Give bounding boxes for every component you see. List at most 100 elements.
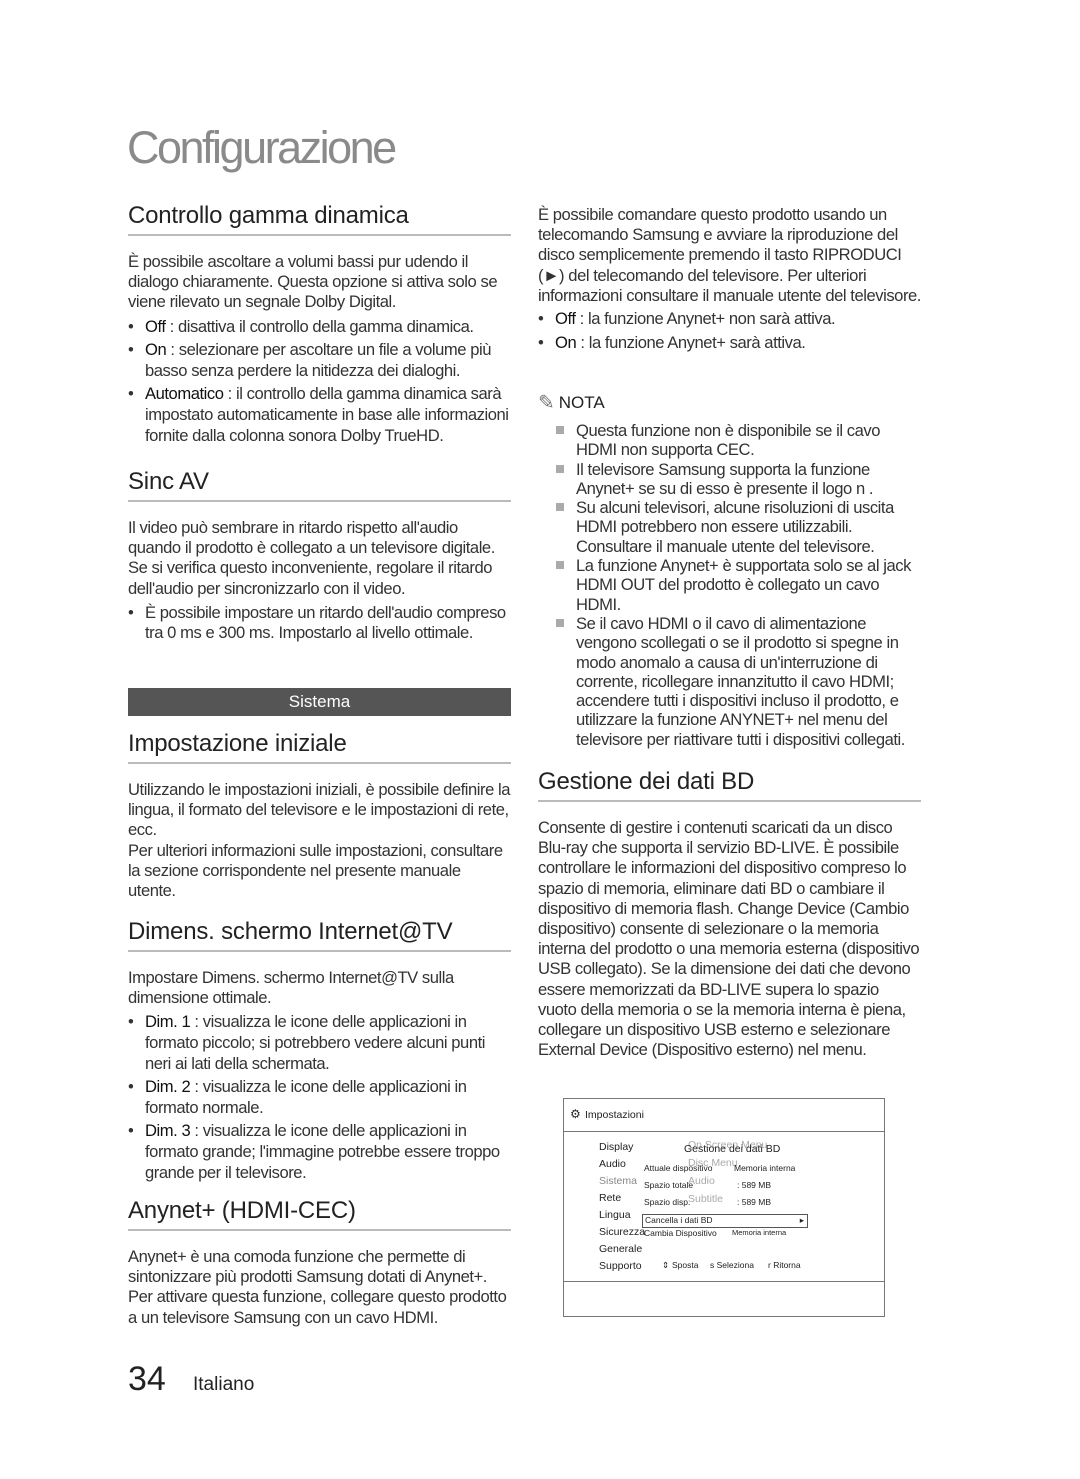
gear-icon: ⚙	[570, 1107, 581, 1121]
section: Sistema	[128, 688, 511, 716]
change-label: Cambia Dispositivo	[644, 1228, 717, 1238]
paragraph: Il video può sembrare in ritardo rispett…	[128, 518, 495, 598]
note-text: Se il cavo HDMI o il cavo di alimentazio…	[576, 613, 905, 749]
section-heading: Anynet+ (HDMI-CEC)	[128, 1197, 511, 1231]
paragraph: È possibile comandare questo prodotto us…	[538, 205, 921, 305]
note-text: La funzione Anynet+ è supportata solo se…	[576, 556, 911, 614]
menu-sistema: Sistema	[599, 1175, 637, 1187]
bullet-icon: •	[128, 340, 134, 360]
bullet-icon: •	[128, 1121, 134, 1141]
section-bar: Sistema	[128, 688, 511, 716]
bullet-term: On	[145, 340, 167, 360]
bullet-text: È possibile impostare un ritardo dell'au…	[145, 602, 506, 643]
bullet-text: : la funzione Anynet+ non sarà attiva.	[575, 309, 836, 329]
bullet-text: : visualizza le icone delle applicazioni…	[145, 1077, 467, 1117]
bullet-item: • On : selezionare per ascoltare un file …	[128, 340, 511, 381]
bullet-icon: •	[538, 332, 544, 352]
bullet-text: : selezionare per ascoltare un file a vo…	[145, 340, 492, 380]
note-item: Se il cavo HDMI o il cavo di alimentazio…	[538, 614, 921, 749]
hint-return: r Ritorna	[768, 1260, 801, 1270]
menu-lingua: Lingua	[599, 1209, 631, 1221]
page-title: Configurazione	[127, 122, 397, 173]
menu-sicurezza: Sicurezza	[599, 1226, 646, 1238]
bullet-text: : visualizza le icone delle applicazioni…	[145, 1012, 486, 1073]
section: Anynet+ (HDMI-CEC) Anynet+ è una comoda f…	[128, 1197, 511, 1328]
total-label: Spazio totale	[644, 1180, 694, 1190]
hint-move: Sposta	[672, 1260, 699, 1270]
menu-generale: Generale	[599, 1243, 643, 1255]
square-bullet-icon	[556, 426, 564, 434]
bullet-item: • Off : la funzione Anynet+ non sarà atti…	[538, 309, 921, 330]
section: Gestione dei dati BD Consente di gestire …	[538, 768, 921, 1060]
current-label: Attuale dispositivo	[644, 1163, 713, 1173]
bullet-icon: •	[128, 1012, 134, 1032]
bullet-item: • Dim. 3 : visualizza le icone delle appl…	[128, 1121, 511, 1183]
square-bullet-icon	[556, 561, 564, 570]
section: ✎ NOTA Questa funzione non è disponibile s…	[538, 380, 921, 749]
bullet-term: On	[555, 332, 577, 352]
paragraph: Consente di gestire i contenuti scaricat…	[538, 818, 920, 1060]
bullet-item: • Off : disattiva il controllo della gamm…	[128, 317, 511, 338]
hint-select: s Seleziona	[710, 1260, 754, 1270]
delete-bd-data-item: Cancella i dati BD ▸	[642, 1214, 808, 1228]
note-title: NOTA	[558, 392, 605, 412]
section-heading: Sinc AV	[128, 468, 511, 502]
free-label: Spazio disp.	[644, 1197, 691, 1207]
bullet-icon: •	[128, 384, 134, 404]
bullet-term: Off	[555, 309, 576, 329]
section: Impostazione iniziale Utilizzando le impo…	[128, 730, 511, 901]
bullet-term: Dim. 1	[145, 1012, 191, 1032]
free-value: : 589 MB	[737, 1197, 772, 1207]
language-label: Italiano	[193, 1374, 255, 1395]
note-text: Il televisore Samsung supporta la funzio…	[576, 459, 874, 498]
panel-title: Gestione dei dati BD	[684, 1143, 781, 1155]
settings-screenshot: ⚙ Impostazioni Display Audio Sistema Ret…	[563, 1098, 885, 1317]
bullet-term: Off	[145, 316, 166, 336]
note-item: Questa funzione non è disponibile se il …	[538, 421, 921, 460]
delete-label: Cancella i dati BD	[645, 1215, 713, 1225]
bullet-icon: •	[538, 309, 544, 329]
menu-display: Display	[599, 1141, 634, 1153]
bullet-text: : visualizza le icone delle applicazioni…	[145, 1121, 500, 1182]
bullet-term: Automatico	[145, 384, 224, 404]
screenshot-header: ⚙ Impostazioni	[564, 1099, 884, 1132]
note-text: Su alcuni televisori, alcune risoluzioni…	[576, 498, 894, 556]
section-heading: Dimens. schermo Internet@TV	[128, 918, 511, 952]
menu-rete: Rete	[599, 1192, 622, 1204]
change-value: Memoria interna	[732, 1228, 787, 1237]
screenshot-title: Impostazioni	[585, 1109, 644, 1121]
section-heading: Impostazione iniziale	[128, 730, 511, 764]
square-bullet-icon	[556, 503, 564, 512]
page-number: 34	[128, 1360, 166, 1398]
paragraph: È possibile ascoltare a volumi bassi pur…	[128, 252, 498, 312]
current-value: Memoria interna	[734, 1163, 796, 1173]
note-header: ✎ NOTA	[538, 390, 921, 415]
bullet-icon: •	[128, 1077, 134, 1097]
paragraph: Per ulteriori informazioni sulle imposta…	[128, 840, 503, 901]
bullet-item: • Dim. 1 : visualizza le icone delle appl…	[128, 1012, 511, 1074]
square-bullet-icon	[556, 464, 564, 473]
square-bullet-icon	[556, 618, 564, 627]
section: Dimens. schermo Internet@TV Impostare Dim…	[128, 918, 511, 1183]
bullet-item: • On : la funzione Anynet+ sarà attiva.	[538, 333, 921, 354]
screenshot-footer	[564, 1281, 884, 1282]
note-item: La funzione Anynet+ è supportata solo se…	[538, 556, 921, 614]
section: Controllo gamma dinamica È possibile asco…	[128, 202, 511, 446]
menu-supporto: Supporto	[599, 1260, 642, 1272]
paragraph: Utilizzando le impostazioni iniziali, è …	[128, 780, 511, 840]
section-heading: Gestione dei dati BD	[538, 768, 921, 802]
pencil-icon: ✎	[538, 392, 555, 414]
bullet-item: • Automatico : il controllo della gamma d…	[128, 384, 511, 446]
note-item: Il televisore Samsung supporta la funzio…	[538, 460, 921, 499]
bullet-item: • Dim. 2 : visualizza le icone delle appl…	[128, 1077, 511, 1118]
bullet-text: : la funzione Anynet+ sarà attiva.	[576, 332, 806, 352]
total-value: : 589 MB	[737, 1180, 772, 1190]
bullet-term: Dim. 2	[145, 1077, 191, 1097]
section: È possibile comandare questo prodotto us…	[538, 205, 921, 353]
bullet-term: Dim. 3	[145, 1121, 191, 1141]
bullet-item: • È possibile impostare un ritardo dell'a…	[128, 603, 511, 644]
note-text: Questa funzione non è disponibile se il …	[576, 421, 880, 460]
bullet-icon: •	[128, 316, 134, 336]
bullet-icon: •	[128, 602, 134, 622]
paragraph: Anynet+ è una comoda funzione che permet…	[128, 1247, 507, 1327]
